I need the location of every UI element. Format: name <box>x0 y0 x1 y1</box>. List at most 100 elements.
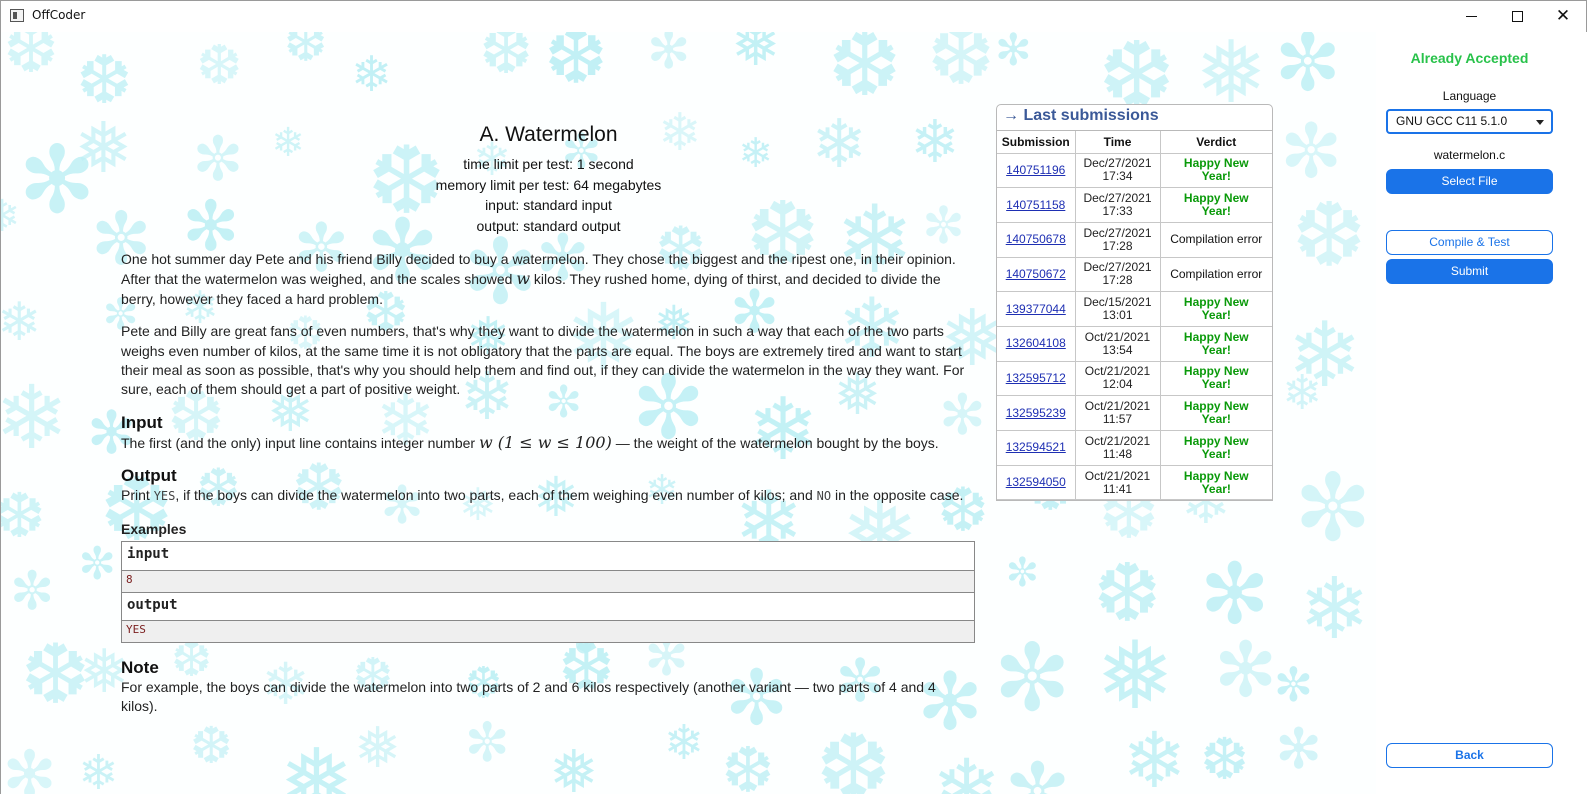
sample-output-value[interactable]: YES <box>122 620 974 642</box>
output-heading: Output <box>121 466 177 486</box>
status-accepted: Already Accepted <box>1410 50 1529 66</box>
submission-id-link[interactable]: 140750672 <box>1006 267 1066 281</box>
snowflake-icon: ✼ <box>1005 549 1040 596</box>
snowflake-icon: ❄ <box>78 744 119 794</box>
output-yes: YES <box>153 489 176 504</box>
snowflake-icon: ❄ <box>1 191 21 243</box>
column-header-verdict: Verdict <box>1159 131 1272 154</box>
submission-verdict: Happy New Year! <box>1159 152 1272 189</box>
submission-time: 17:34 <box>1102 169 1133 184</box>
submission-row: 132604108 Oct/21/2021 13:54 Happy New Year! <box>997 325 1272 362</box>
submission-date: Oct/21/2021 <box>1084 329 1151 344</box>
snowflake-icon: ✼ <box>1274 32 1342 109</box>
snowflake-icon: ❆ <box>927 32 995 105</box>
submission-id-link[interactable]: 132604108 <box>1006 336 1066 350</box>
title-bar[interactable]: OffCoder ✕ <box>1 1 1586 32</box>
submission-id-link[interactable]: 132594521 <box>1006 440 1066 454</box>
submission-row: 140750672 Dec/27/2021 17:28 Compilation err… <box>997 256 1272 293</box>
submission-time-cell: Dec/27/2021 17:33 <box>1074 187 1161 223</box>
submission-id-link[interactable]: 139377044 <box>1006 302 1066 316</box>
minimize-button[interactable] <box>1448 1 1494 32</box>
submission-time: 17:33 <box>1102 204 1133 219</box>
snowflake-icon: ❄ <box>663 715 705 772</box>
examples-heading: Examples <box>121 520 187 537</box>
submission-time-cell: Dec/27/2021 17:28 <box>1074 256 1161 293</box>
output-spec: Print YES, if the boys can divide the wa… <box>121 486 976 506</box>
sample-input-value[interactable]: 8 <box>122 570 974 592</box>
submission-id-link[interactable]: 140751196 <box>1006 163 1065 177</box>
snowflake-icon: ✼ <box>1279 107 1343 196</box>
maximize-icon <box>1511 11 1523 22</box>
submission-id-cell: 140750672 <box>997 256 1076 293</box>
problem-body: One hot summer day Pete and his friend B… <box>121 250 976 716</box>
submission-row: 140750678 Dec/27/2021 17:28 Compilation err… <box>997 221 1272 258</box>
submission-time: 13:54 <box>1102 342 1133 357</box>
snowflake-icon: ❄ <box>1298 560 1371 660</box>
submission-verdict: Happy New Year! <box>1159 360 1272 397</box>
math-variable: w <box>516 269 531 289</box>
output-text-b: , if the boys can divide the watermelon … <box>175 487 817 504</box>
problem-title: A. Watermelon <box>479 123 618 146</box>
submission-id-link[interactable]: 132595712 <box>1006 371 1066 385</box>
snowflake-icon: ✻ <box>2 738 57 794</box>
submission-time: 11:41 <box>1102 481 1133 496</box>
snowflake-icon: ❄ <box>1 292 42 354</box>
submission-id-cell: 132594050 <box>997 464 1076 501</box>
snowflake-icon: ✻ <box>646 32 691 82</box>
submission-time-cell: Oct/21/2021 11:48 <box>1074 430 1161 466</box>
snowflake-icon: ❄ <box>1 365 69 469</box>
submission-verdict: Happy New Year! <box>1159 187 1272 223</box>
submission-time-cell: Oct/21/2021 11:41 <box>1074 464 1161 501</box>
snowflake-icon: ✼ <box>464 711 510 775</box>
maximize-button[interactable] <box>1494 1 1540 32</box>
submission-verdict: Compilation error <box>1159 221 1272 258</box>
snowflake-icon: ❅ <box>549 737 599 794</box>
submit-button[interactable]: Submit <box>1386 259 1553 284</box>
input-file: input: standard input <box>485 197 612 214</box>
snowflake-icon: ✻ <box>994 32 1032 76</box>
submission-time: 11:48 <box>1102 446 1133 461</box>
submission-id-link[interactable]: 140751158 <box>1006 198 1065 212</box>
snowflake-icon: ❆ <box>76 41 133 120</box>
submission-time-cell: Oct/21/2021 11:57 <box>1074 395 1161 431</box>
submission-time-cell: Dec/15/2021 13:01 <box>1074 291 1161 327</box>
compile-test-button[interactable]: Compile & Test <box>1386 230 1553 255</box>
app-window-icon <box>10 9 24 22</box>
back-button[interactable]: Back <box>1386 743 1553 768</box>
last-submissions-title: → Last submissions <box>997 105 1272 131</box>
snowflake-icon: ✻ <box>1213 624 1278 714</box>
select-file-button[interactable]: Select File <box>1386 169 1553 194</box>
submission-id-link[interactable]: 140750678 <box>1006 232 1066 246</box>
input-heading: Input <box>121 412 163 432</box>
snowflake-icon: ❄ <box>931 740 1002 794</box>
submission-date: Oct/21/2021 <box>1084 468 1151 483</box>
submission-id-cell: 132604108 <box>997 325 1076 362</box>
snowflake-icon: ❅ <box>279 728 354 794</box>
sample-input-label: input <box>122 541 974 571</box>
input-text-a: The first (and the only) input line cont… <box>121 434 479 451</box>
submission-id-cell: 140751158 <box>997 187 1076 223</box>
submission-id-cell: 140751196 <box>997 152 1076 189</box>
submissions-header-row: Submission Time Verdict <box>997 131 1272 154</box>
submission-row: 132595712 Oct/21/2021 12:04 Happy New Year! <box>997 360 1272 397</box>
snowflake-icon: ❅ <box>731 32 781 80</box>
problem-statement: A. Watermelon time limit per test: 1 sec… <box>121 119 976 714</box>
input-math: w (1 ≤ w ≤ 100) <box>478 432 612 452</box>
snowflake-icon: ❆ <box>3 32 59 88</box>
snowflake-icon: ❆ <box>544 32 608 101</box>
snowflake-icon: ❆ <box>827 32 902 117</box>
language-value: GNU GCC C11 5.1.0 <box>1396 114 1508 128</box>
snowflake-icon: ❆ <box>1291 183 1367 288</box>
submission-verdict: Happy New Year! <box>1159 464 1272 501</box>
close-icon: ✕ <box>1555 6 1571 26</box>
sidebar: Already Accepted Language GNU GCC C11 5.… <box>1376 32 1587 794</box>
submission-id-cell: 132594521 <box>997 430 1076 466</box>
close-button[interactable]: ✕ <box>1540 1 1586 32</box>
language-select[interactable]: GNU GCC C11 5.1.0 <box>1386 109 1553 134</box>
sample-output-label: output <box>122 591 974 621</box>
submission-id-link[interactable]: 132594050 <box>1006 475 1066 489</box>
time-limit: time limit per test: 1 second <box>463 156 634 172</box>
note-text: For example, the boys can divide the wat… <box>121 678 936 715</box>
submission-id-link[interactable]: 132595239 <box>1006 406 1066 420</box>
submission-time-cell: Oct/21/2021 13:54 <box>1074 325 1161 362</box>
